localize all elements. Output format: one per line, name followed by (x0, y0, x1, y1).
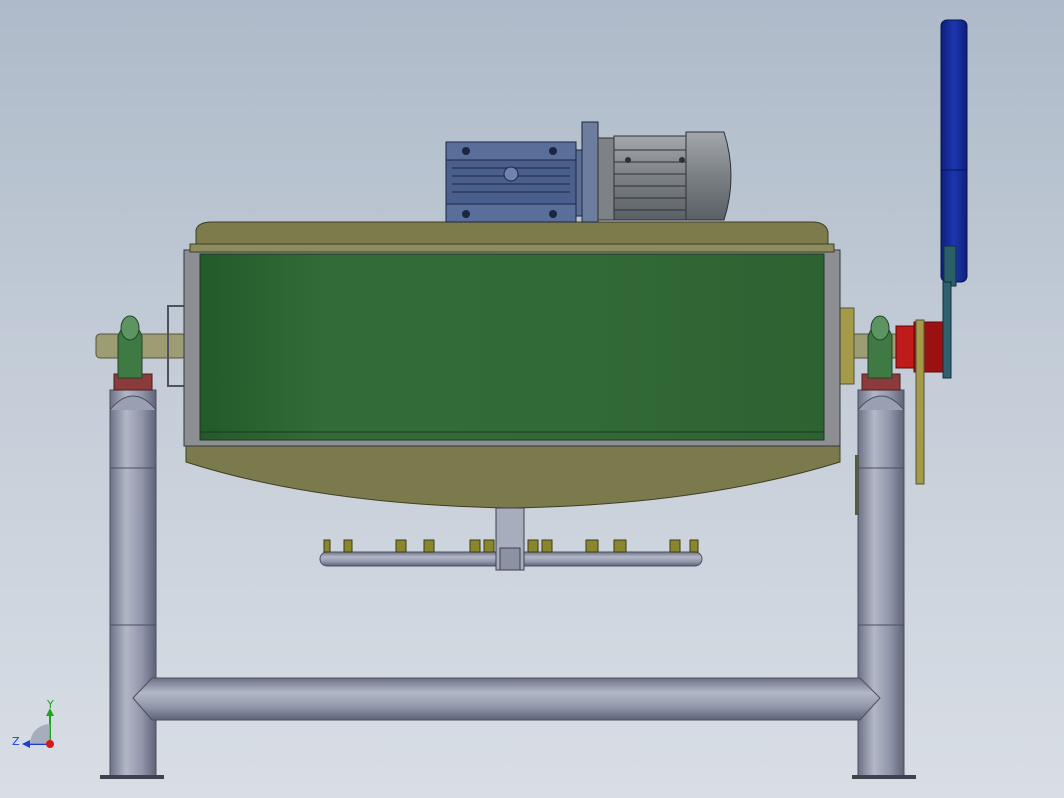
triad-y-label: Y (47, 698, 54, 711)
lid (189, 221, 835, 253)
kettle-body (183, 249, 841, 509)
triad-z-label: Z (12, 735, 20, 748)
cad-model[interactable] (0, 0, 1064, 798)
stirrer-bar (319, 507, 703, 571)
coordinate-triad: Y Z (8, 698, 68, 758)
graphics-viewport[interactable]: Y Z (0, 0, 1064, 798)
triad-graphic (22, 708, 54, 748)
gear-reducer (445, 121, 601, 223)
electric-motor (597, 131, 732, 221)
tilt-handle[interactable] (940, 19, 968, 379)
